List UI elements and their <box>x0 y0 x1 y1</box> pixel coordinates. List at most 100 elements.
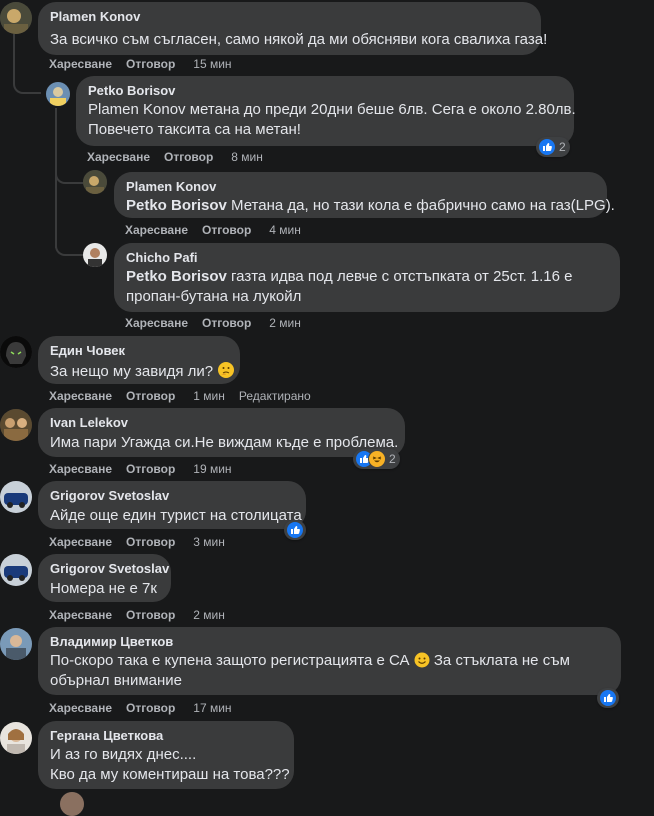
avatar[interactable] <box>0 722 32 754</box>
comment-actions: Харесване Отговор 15 мин <box>49 56 232 72</box>
avatar[interactable] <box>0 554 32 586</box>
reaction-summary[interactable]: 2 <box>353 449 400 469</box>
comment-time[interactable]: 1 мин <box>193 388 225 404</box>
mention-link[interactable]: Petko Borisov <box>126 197 227 214</box>
avatar[interactable] <box>0 2 32 34</box>
comment-author[interactable]: Гергана Цветкова <box>50 728 282 744</box>
like-button[interactable]: Харесване <box>125 315 188 331</box>
like-button[interactable]: Харесване <box>125 222 188 238</box>
comment-bubble: Един Човек За нещо му завидя ли? <box>38 336 240 384</box>
like-reaction-icon <box>286 521 304 539</box>
reaction-summary[interactable] <box>597 688 619 708</box>
avatar[interactable] <box>0 628 32 660</box>
comment-bubble: Petko Borisov Plamen Konov метана до пре… <box>76 76 576 146</box>
avatar-photo-icon <box>0 554 32 586</box>
avatar-photo-icon <box>60 792 84 816</box>
reply-button[interactable]: Отговор <box>202 222 251 238</box>
comment-text-line: пропан-бутана на лукойл <box>126 288 302 305</box>
comment-author[interactable]: Владимир Цветков <box>50 634 609 650</box>
avatar-photo-icon <box>0 2 32 34</box>
comment-author[interactable]: Plamen Konov <box>126 179 595 195</box>
like-button[interactable]: Харесване <box>49 461 112 477</box>
thinking-face-icon <box>218 362 235 378</box>
comment-bubble: Plamen Konov Petko Borisov Метана да, но… <box>114 172 615 218</box>
reply-button[interactable]: Отговор <box>164 149 213 165</box>
comment-time[interactable]: 8 мин <box>231 149 263 165</box>
comment-text-body: За стъклата не съм <box>433 652 570 669</box>
comment-text-line: И аз го видях днес.... <box>50 746 197 763</box>
comment-bubble: Гергана Цветкова И аз го видях днес.... … <box>38 721 294 789</box>
comment-time[interactable]: 17 мин <box>193 700 231 716</box>
comment-text: За нещо му завидя ли? <box>50 361 235 382</box>
comment-bubble: Chicho Pafi Petko Borisov газта идва под… <box>114 243 620 312</box>
comment-author[interactable]: Chicho Pafi <box>126 250 608 266</box>
avatar-photo-icon <box>83 170 107 194</box>
comment-bubble: Grigorov Svetoslav Номера не е 7к <box>38 554 171 602</box>
reply-button[interactable]: Отговор <box>126 461 175 477</box>
comment-time[interactable]: 19 мин <box>193 461 231 477</box>
comment-text-line: Plamen Konov метана до преди 20дни беше … <box>88 101 576 118</box>
comment-actions: Харесване Отговор 8 мин <box>87 149 263 165</box>
reply-button[interactable]: Отговор <box>126 388 175 404</box>
like-button[interactable]: Харесване <box>87 149 150 165</box>
comment-author[interactable]: Един Човек <box>50 343 228 359</box>
reaction-summary[interactable] <box>284 520 306 540</box>
avatar[interactable] <box>0 409 32 441</box>
avatar-photo-icon <box>0 481 32 513</box>
mention-link[interactable]: Petko Borisov <box>126 268 227 285</box>
comment-actions: Харесване Отговор 2 мин <box>125 315 301 331</box>
reply-button[interactable]: Отговор <box>126 607 175 623</box>
avatar[interactable] <box>60 792 84 816</box>
comment-author[interactable]: Grigorov Svetoslav <box>50 488 294 504</box>
avatar[interactable] <box>83 170 107 194</box>
like-button[interactable]: Харесване <box>49 388 112 404</box>
like-button[interactable]: Харесване <box>49 607 112 623</box>
like-button[interactable]: Харесване <box>49 700 112 716</box>
comment-actions: Харесване Отговор 3 мин <box>49 534 225 550</box>
reaction-count: 2 <box>389 452 396 466</box>
comment-actions: Харесване Отговор 1 мин Редактирано <box>49 388 311 404</box>
comment-text: По-скоро така е купена защото регистраци… <box>50 651 609 671</box>
comment-time[interactable]: 15 мин <box>193 56 231 72</box>
comment-text-body: Метана да, но тази кола е фабрично само … <box>226 197 615 214</box>
comment-author[interactable]: Plamen Konov <box>50 9 529 25</box>
comment-actions: Харесване Отговор 2 мин <box>49 607 225 623</box>
avatar-photo-icon <box>0 628 32 660</box>
comment-text-body: газта идва под левче с отстъпката от 25с… <box>226 268 573 285</box>
like-reaction-icon <box>599 689 617 707</box>
comment-bubble: Владимир Цветков По-скоро така е купена … <box>38 627 621 695</box>
reply-button[interactable]: Отговор <box>126 56 175 72</box>
reply-button[interactable]: Отговор <box>126 700 175 716</box>
comment-actions: Харесване Отговор 17 мин <box>49 700 232 716</box>
avatar[interactable] <box>83 243 107 267</box>
comment-text: За всичко съм съгласен, само някой да ми… <box>50 31 548 48</box>
comment-author[interactable]: Grigorov Svetoslav <box>50 561 169 577</box>
like-button[interactable]: Харесване <box>49 534 112 550</box>
reaction-summary[interactable]: 2 <box>536 137 570 157</box>
comment-author[interactable]: Ivan Lelekov <box>50 415 393 431</box>
like-button[interactable]: Харесване <box>49 56 112 72</box>
like-reaction-icon <box>538 138 556 156</box>
comment-text: Има пари Угажда си.Не виждам къде е проб… <box>50 434 399 451</box>
avatar[interactable] <box>0 481 32 513</box>
thread-curve-2 <box>55 166 83 184</box>
comment-text: Petko Borisov Метана да, но тази кола е … <box>126 196 615 216</box>
avatar[interactable] <box>0 336 32 368</box>
comment-time[interactable]: 3 мин <box>193 534 225 550</box>
reply-button[interactable]: Отговор <box>202 315 251 331</box>
comment-text-body: По-скоро така е купена защото регистраци… <box>50 652 410 669</box>
comment-author[interactable]: Petko Borisov <box>88 83 562 99</box>
comment-text: Айде още един турист на столицата <box>50 507 302 524</box>
comment-bubble: Plamen Konov За всичко съм съгласен, сам… <box>38 2 548 55</box>
comment-time[interactable]: 4 мин <box>269 222 301 238</box>
comment-actions: Харесване Отговор 19 мин <box>49 461 232 477</box>
reaction-count: 2 <box>559 140 566 154</box>
comment-text: Petko Borisov газта идва под левче с отс… <box>126 267 608 287</box>
avatar[interactable] <box>46 82 70 106</box>
comment-actions: Харесване Отговор 4 мин <box>125 222 301 238</box>
comment-time[interactable]: 2 мин <box>269 315 301 331</box>
reply-button[interactable]: Отговор <box>126 534 175 550</box>
thread-curve-3 <box>55 232 83 256</box>
comment-time[interactable]: 2 мин <box>193 607 225 623</box>
comment-bubble: Ivan Lelekov Има пари Угажда си.Не вижда… <box>38 408 405 457</box>
